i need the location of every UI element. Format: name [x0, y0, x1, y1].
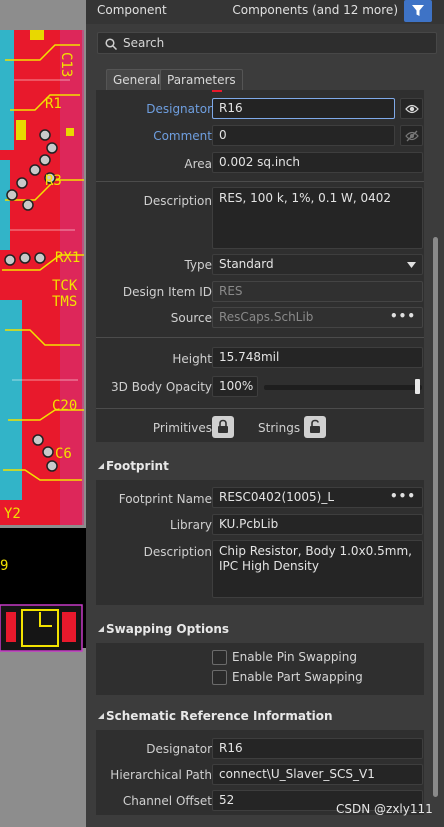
lock-icon — [218, 419, 228, 433]
filter-button[interactable] — [404, 0, 432, 22]
part-swapping-label: Enable Part Swapping — [232, 670, 363, 684]
search-placeholder: Search — [123, 36, 165, 50]
footprint-description-label: Description — [143, 545, 212, 559]
schematic-ref-section-header[interactable]: Schematic Reference Information — [96, 707, 424, 727]
sch-designator-label: Designator — [146, 742, 212, 756]
design-item-id-field: RES — [212, 281, 423, 302]
svg-text:R3: R3 — [45, 173, 62, 189]
source-field[interactable]: ResCaps.SchLib ••• — [212, 307, 423, 328]
component-properties-group: Designator R16 Comment 0 Area 0.002 sq.i… — [96, 90, 424, 442]
search-icon — [105, 38, 117, 50]
svg-text:Y2: Y2 — [4, 506, 21, 522]
filter-icon — [412, 5, 424, 16]
checkbox-box[interactable] — [212, 650, 227, 665]
pin-swapping-label: Enable Pin Swapping — [232, 650, 357, 664]
vertical-scrollbar[interactable] — [433, 237, 438, 797]
chevron-down-icon — [407, 262, 416, 268]
height-label: Height — [172, 352, 212, 366]
hierarchical-path-field: connect\U_Slaver_SCS_V1 — [212, 764, 423, 785]
designator-label: Designator — [146, 102, 212, 116]
panel-header: Component Components (and 12 more) — [86, 0, 444, 24]
type-value: Standard — [219, 257, 274, 271]
svg-text:9: 9 — [0, 558, 8, 574]
sch-designator-field: R16 — [212, 738, 423, 759]
footprint-section-header[interactable]: Footprint — [96, 457, 424, 477]
selection-scope[interactable]: Components (and 12 more) — [232, 3, 398, 17]
svg-text:C6: C6 — [55, 446, 72, 462]
height-field[interactable]: 15.748mil — [212, 347, 423, 368]
source-value: ResCaps.SchLib — [219, 310, 314, 324]
slider-handle[interactable] — [415, 379, 420, 394]
pcb-drawing: C13 R1 R3 RX1 TCK TMS C20 C6 Y2 9 — [0, 0, 86, 827]
primitives-lock-button[interactable] — [212, 416, 234, 438]
search-input[interactable]: Search — [97, 32, 437, 54]
separator — [96, 337, 424, 338]
svg-text:TCK: TCK — [52, 278, 78, 294]
pcb-canvas[interactable]: C13 R1 R3 RX1 TCK TMS C20 C6 Y2 9 — [0, 0, 86, 827]
strings-lock-button[interactable] — [304, 416, 326, 438]
color-swatch — [212, 90, 222, 92]
tab-parameters[interactable]: Parameters — [160, 69, 243, 91]
swapping-group: Enable Pin Swapping Enable Part Swapping — [96, 643, 424, 695]
library-label: Library — [170, 518, 212, 532]
panel-title: Component — [97, 3, 167, 17]
designator-field[interactable]: R16 — [212, 98, 395, 119]
properties-panel: Component Components (and 12 more) Searc… — [86, 0, 444, 827]
swapping-section-title: Swapping Options — [106, 622, 229, 636]
collapse-triangle-icon — [98, 463, 104, 469]
tab-general[interactable]: General — [106, 69, 168, 91]
eye-icon — [405, 104, 419, 114]
library-field: KU.PcbLib — [212, 514, 423, 535]
footprint-section-title: Footprint — [106, 459, 169, 473]
channel-offset-label: Channel Offset — [122, 794, 212, 808]
source-label: Source — [170, 311, 212, 325]
body-opacity-label: 3D Body Opacity — [111, 380, 212, 394]
primitives-label: Primitives — [152, 421, 212, 435]
eye-off-icon — [405, 130, 419, 142]
watermark: CSDN @zxly111 — [336, 802, 433, 816]
more-icon[interactable]: ••• — [390, 309, 416, 323]
body-opacity-field[interactable]: 100% — [212, 376, 258, 397]
area-field: 0.002 sq.inch — [212, 152, 423, 173]
separator — [96, 181, 424, 182]
strings-label: Strings — [258, 421, 301, 435]
more-icon[interactable]: ••• — [390, 489, 416, 503]
body-opacity-slider[interactable] — [264, 376, 422, 398]
description-field[interactable]: RES, 100 k, 1%, 0.1 W, 0402 — [212, 187, 423, 249]
description-label: Description — [143, 194, 212, 208]
design-item-id-label: Design Item ID — [122, 285, 212, 299]
comment-field[interactable]: 0 — [212, 125, 395, 146]
footprint-group: Footprint Name RESC0402(1005)_L ••• Libr… — [96, 480, 424, 605]
svg-text:R1: R1 — [45, 96, 62, 112]
footprint-name-value: RESC0402(1005)_L — [219, 490, 335, 504]
collapse-triangle-icon — [98, 713, 104, 719]
separator — [96, 408, 424, 409]
area-label: Area — [184, 157, 212, 171]
svg-text:RX1: RX1 — [55, 250, 80, 266]
unlock-icon — [310, 419, 320, 433]
svg-text:TMS: TMS — [52, 294, 77, 310]
designator-visibility-button[interactable] — [400, 98, 423, 119]
type-label: Type — [184, 258, 212, 272]
checkbox-box[interactable] — [212, 670, 227, 685]
comment-visibility-button[interactable] — [400, 125, 423, 146]
hierarchical-path-label: Hierarchical Path — [110, 768, 212, 782]
comment-label: Comment — [153, 129, 212, 143]
properties-scroll-area: Designator R16 Comment 0 Area 0.002 sq.i… — [96, 90, 424, 827]
svg-text:C20: C20 — [52, 398, 77, 414]
type-select[interactable]: Standard — [212, 254, 423, 275]
schematic-ref-section-title: Schematic Reference Information — [106, 709, 333, 723]
svg-text:C13: C13 — [58, 52, 74, 77]
footprint-name-label: Footprint Name — [118, 492, 212, 506]
footprint-name-field[interactable]: RESC0402(1005)_L ••• — [212, 487, 423, 508]
footprint-description-field: Chip Resistor, Body 1.0x0.5mm, IPC High … — [212, 540, 423, 598]
slider-track — [264, 385, 422, 390]
collapse-triangle-icon — [98, 626, 104, 632]
swapping-section-header[interactable]: Swapping Options — [96, 620, 424, 640]
